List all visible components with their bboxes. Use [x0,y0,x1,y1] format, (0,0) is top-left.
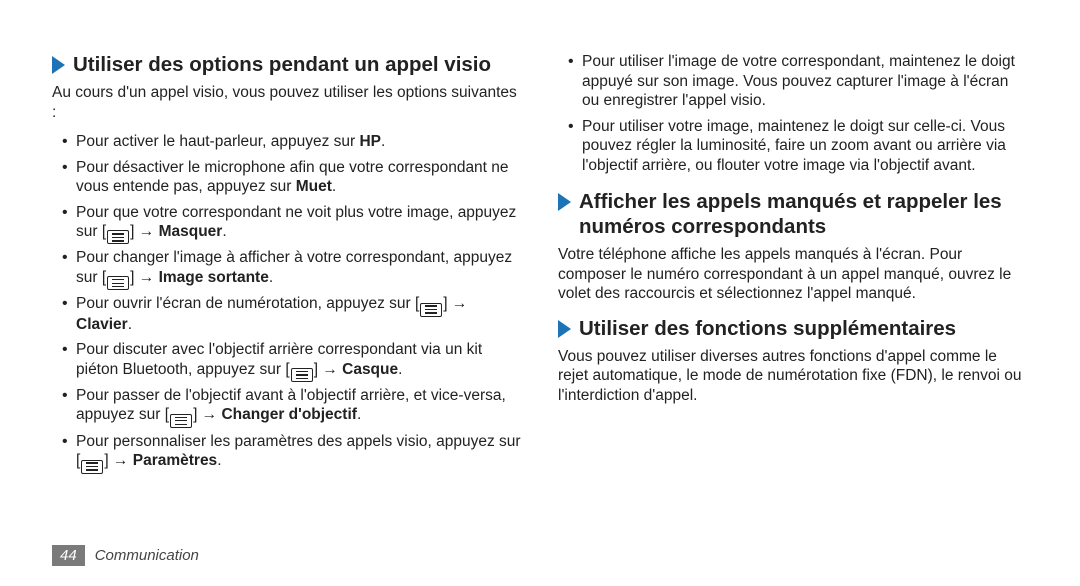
bold-label: Image sortante [159,269,269,286]
left-column: Utiliser des options pendant un appel vi… [52,52,522,486]
list-item: Pour discuter avec l'objectif arrière co… [62,340,522,380]
bold-label: Clavier [76,316,128,333]
list-item: Pour utiliser votre image, maintenez le … [568,117,1028,176]
menu-icon [107,276,129,290]
list-item: Pour activer le haut-parleur, appuyez su… [62,132,522,152]
intro-text: Au cours d'un appel visio, vous pouvez u… [52,83,522,122]
bold-label: Casque [342,361,398,378]
list-item: Pour utiliser l'image de votre correspon… [568,52,1028,111]
menu-icon [81,460,103,474]
list-item: Pour changer l'image à afficher à votre … [62,248,522,288]
bold-label: Paramètres [133,452,217,469]
list-item: Pour que votre correspondant ne voit plu… [62,203,522,243]
menu-icon [170,414,192,428]
list-item: Pour personnaliser les paramètres des ap… [62,432,522,472]
chevron-right-icon [52,56,65,74]
page-footer: 44 Communication [52,545,199,566]
bold-label: HP [359,133,381,150]
list-item: Pour désactiver le microphone afin que v… [62,158,522,197]
body-text: Votre téléphone affiche les appels manqu… [558,245,1028,304]
option-list: Pour activer le haut-parleur, appuyez su… [52,132,522,472]
right-column: Pour utiliser l'image de votre correspon… [558,52,1028,486]
bold-label: Muet [296,178,332,195]
section-heading: Afficher les appels manqués et rappeler … [558,189,1028,239]
section-label: Communication [95,547,199,564]
menu-icon [291,368,313,382]
continuation-list: Pour utiliser l'image de votre correspon… [558,52,1028,175]
list-item: Pour passer de l'objectif avant à l'obje… [62,386,522,426]
section-title: Utiliser des fonctions supplémentaires [579,316,956,341]
section-heading: Utiliser des options pendant un appel vi… [52,52,522,77]
page-number: 44 [52,545,85,566]
menu-icon [420,303,442,317]
bold-label: Changer d'objectif [221,406,356,423]
chevron-right-icon [558,193,571,211]
list-item: Pour ouvrir l'écran de numérotation, app… [62,294,522,334]
body-text: Vous pouvez utiliser diverses autres fon… [558,347,1028,406]
chevron-right-icon [558,320,571,338]
section-heading: Utiliser des fonctions supplémentaires [558,316,1028,341]
section-title: Afficher les appels manqués et rappeler … [579,189,1028,239]
section-title: Utiliser des options pendant un appel vi… [73,52,491,77]
bold-label: Masquer [159,223,223,240]
menu-icon [107,230,129,244]
page-columns: Utiliser des options pendant un appel vi… [52,52,1028,486]
